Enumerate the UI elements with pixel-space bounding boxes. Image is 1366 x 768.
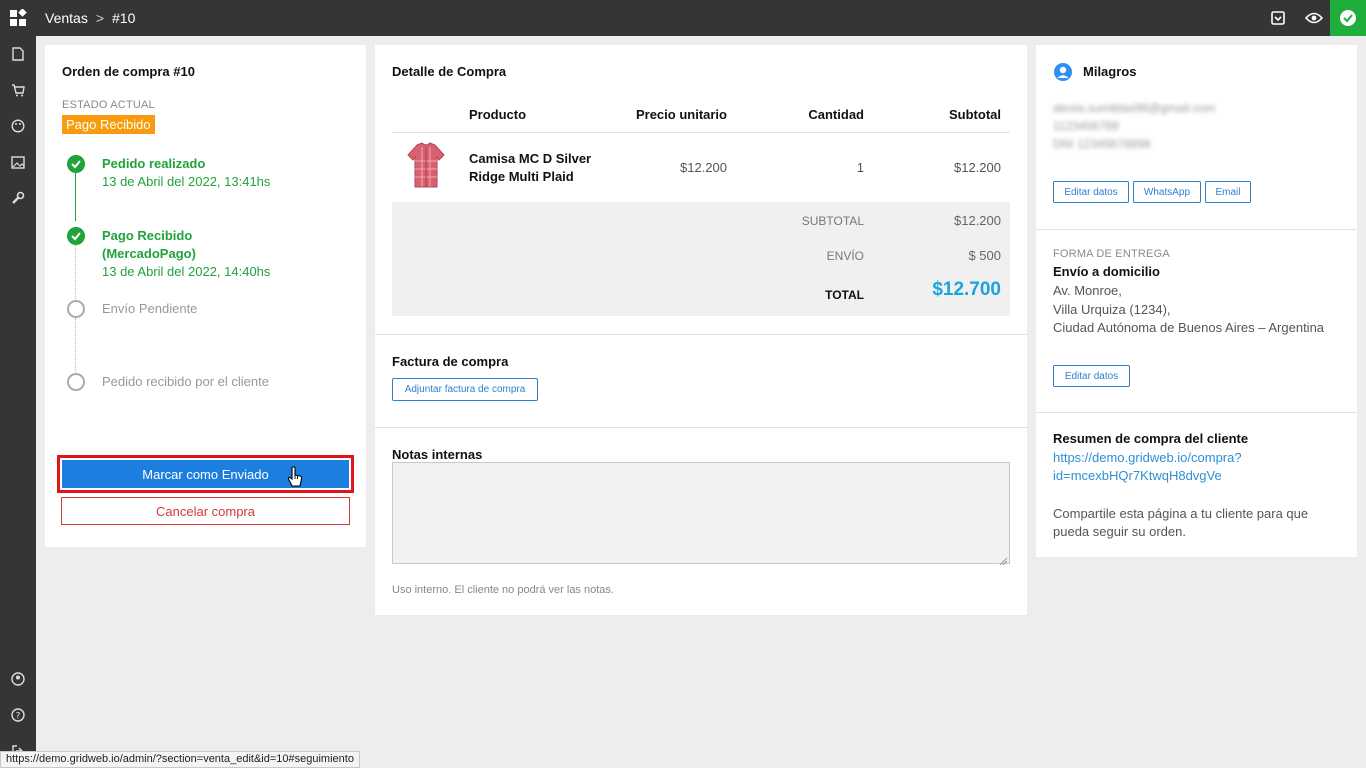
- totals-box: SUBTOTAL $12.200 ENVÍO $ 500 TOTAL $12.7…: [392, 202, 1010, 316]
- svg-text:?: ?: [16, 712, 21, 722]
- help-icon[interactable]: ?: [0, 697, 36, 733]
- subtotal-label: SUBTOTAL: [801, 214, 864, 228]
- edit-customer-button[interactable]: Editar datos: [1053, 181, 1129, 203]
- product-name-line1: Camisa MC D Silver: [469, 151, 592, 166]
- customer-name: Milagros: [1083, 64, 1137, 79]
- user-circle-icon[interactable]: [0, 661, 36, 697]
- step-connector: [75, 245, 76, 299]
- section-divider: [375, 334, 1027, 335]
- cancel-order-button[interactable]: Cancelar compra: [61, 497, 350, 525]
- product-image: [405, 141, 447, 196]
- step-pedido-recibido: Pedido recibido por el cliente: [102, 374, 269, 389]
- col-producto: Producto: [469, 107, 527, 122]
- total-label: TOTAL: [825, 288, 864, 302]
- top-bar: Ventas > #10: [0, 0, 1366, 36]
- sidebar: ?: [0, 36, 36, 768]
- customer-email: alexia.sumiblas98@gmail.com: [1053, 101, 1216, 115]
- customer-phone: 1123456789: [1053, 119, 1119, 133]
- notes-title: Notas internas: [392, 447, 483, 462]
- delivery-method: Envío a domicilio: [1053, 264, 1160, 279]
- step-pago-recibido: Pago Recibido (MercadoPago) 13 de Abril …: [102, 227, 270, 281]
- summary-link-line2: id=mcexbHQr7KtwqH8dvgVe: [1053, 468, 1222, 483]
- status-ok-button[interactable]: [1330, 0, 1366, 36]
- section-divider: [1036, 412, 1357, 413]
- share-text-line1: Compartile esta página a tu cliente para…: [1053, 506, 1309, 521]
- status-caption: ESTADO ACTUAL: [62, 99, 155, 111]
- row-subtotal: $12.200: [954, 160, 1001, 175]
- customer-dni: DNI 12345678898: [1053, 137, 1151, 151]
- step-connector: [75, 318, 76, 372]
- notes-hint: Uso interno. El cliente no podrá ver las…: [392, 584, 614, 596]
- summary-link-line1: https://demo.gridweb.io/compra?: [1053, 450, 1242, 465]
- step-date: 13 de Abril del 2022, 13:41hs: [102, 174, 271, 189]
- eye-icon[interactable]: [1296, 0, 1332, 36]
- check-circle-icon: [67, 227, 85, 245]
- table-divider: [392, 132, 1010, 133]
- detail-title: Detalle de Compra: [392, 64, 507, 79]
- hand-cursor-icon: [287, 466, 303, 493]
- step-title-line2: (MercadoPago): [102, 246, 196, 261]
- internal-notes-textarea[interactable]: [392, 462, 1010, 564]
- customer-card: Milagros alexia.sumiblas98@gmail.com 112…: [1036, 45, 1357, 557]
- check-circle-icon: [67, 155, 85, 173]
- cart-icon[interactable]: [0, 72, 36, 108]
- total-value: $12.700: [932, 279, 1001, 300]
- shipping-value: $ 500: [968, 248, 1001, 263]
- whatsapp-button[interactable]: WhatsApp: [1133, 181, 1201, 203]
- col-cantidad: Cantidad: [808, 107, 864, 122]
- col-subtotal: Subtotal: [949, 107, 1001, 122]
- breadcrumb-separator: >: [95, 10, 105, 26]
- email-button[interactable]: Email: [1205, 181, 1251, 203]
- unit-price: $12.200: [680, 160, 727, 175]
- empty-circle-icon: [67, 300, 85, 318]
- step-date: 13 de Abril del 2022, 14:40hs: [102, 264, 271, 279]
- col-precio: Precio unitario: [635, 107, 727, 122]
- empty-circle-icon: [67, 373, 85, 391]
- breadcrumb: Ventas > #10: [45, 0, 135, 36]
- palette-icon[interactable]: [0, 108, 36, 144]
- step-envio-pendiente: Envío Pendiente: [102, 301, 198, 316]
- step-title: Pedido realizado: [102, 156, 206, 171]
- product-name-line2: Ridge Multi Plaid: [469, 169, 574, 184]
- status-badge: Pago Recibido: [62, 115, 155, 134]
- product-name[interactable]: Camisa MC D Silver Ridge Multi Plaid: [469, 150, 591, 186]
- edit-delivery-button[interactable]: Editar datos: [1053, 365, 1130, 387]
- breadcrumb-section[interactable]: Ventas: [45, 10, 88, 26]
- mark-shipped-button[interactable]: Marcar como Enviado: [62, 460, 349, 488]
- step-connector: [75, 173, 76, 221]
- status-bar-url: https://demo.gridweb.io/admin/?section=v…: [0, 751, 360, 768]
- section-divider: [375, 427, 1027, 428]
- section-divider: [1036, 229, 1357, 230]
- image-icon[interactable]: [0, 144, 36, 180]
- attach-invoice-button[interactable]: Adjuntar factura de compra: [392, 378, 538, 401]
- order-title: Orden de compra #10: [62, 64, 195, 79]
- share-text: Compartile esta página a tu cliente para…: [1053, 505, 1308, 541]
- share-text-line2: pueda seguir su orden.: [1053, 524, 1186, 539]
- mark-shipped-button-highlight: Marcar como Enviado: [57, 455, 354, 493]
- step-title: Pago Recibido: [102, 228, 193, 243]
- quantity: 1: [856, 160, 864, 175]
- order-status-card: Orden de compra #10 ESTADO ACTUAL Pago R…: [45, 45, 366, 547]
- address-line2: Villa Urquiza (1234),: [1053, 302, 1171, 317]
- delivery-caption: FORMA DE ENTREGA: [1053, 248, 1170, 260]
- user-avatar-icon: [1053, 62, 1073, 87]
- invoice-title: Factura de compra: [392, 354, 509, 369]
- step-pedido-realizado: Pedido realizado 13 de Abril del 2022, 1…: [102, 155, 270, 191]
- wrench-icon[interactable]: [0, 180, 36, 216]
- resize-handle-icon[interactable]: [999, 553, 1008, 571]
- summary-title: Resumen de compra del cliente: [1053, 431, 1249, 446]
- archive-icon[interactable]: [1260, 0, 1296, 36]
- summary-link[interactable]: https://demo.gridweb.io/compra? id=mcexb…: [1053, 449, 1242, 485]
- address-line1: Av. Monroe,: [1053, 283, 1122, 298]
- order-detail-card: Detalle de Compra Producto Precio unitar…: [375, 45, 1027, 615]
- subtotal-value: $12.200: [954, 213, 1001, 228]
- app-logo-icon[interactable]: [0, 0, 36, 36]
- address-line3: Ciudad Autónoma de Buenos Aires – Argent…: [1053, 320, 1325, 335]
- breadcrumb-current: #10: [112, 10, 136, 26]
- file-icon[interactable]: [0, 36, 36, 72]
- shipping-label: ENVÍO: [826, 249, 864, 263]
